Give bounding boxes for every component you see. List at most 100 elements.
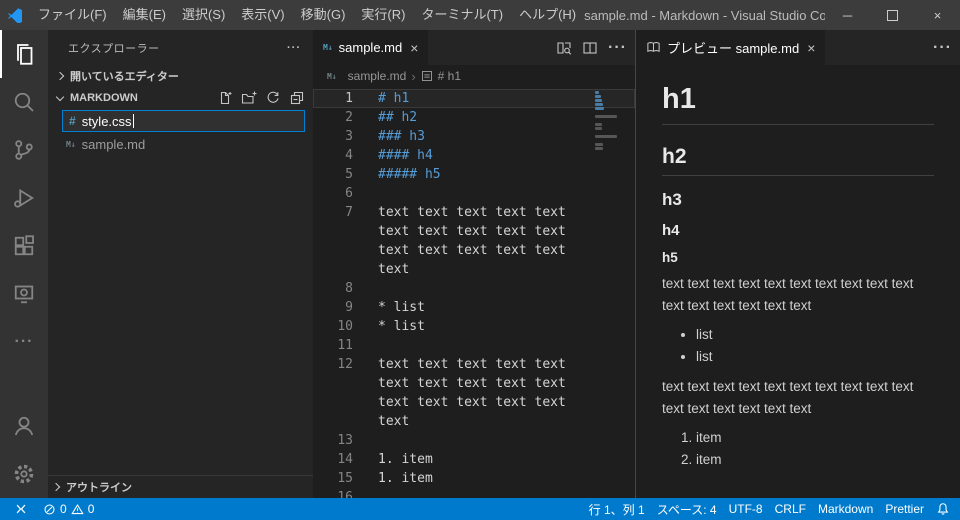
minimap-line [595,107,604,110]
code-line[interactable]: 5 ##### h5 [313,165,635,184]
sidebar-more-icon[interactable]: ··· [287,42,301,54]
preview-block-ul: listlist [662,324,934,368]
settings-gear-icon[interactable] [0,450,48,498]
new-file-input-value: style.css [81,113,132,129]
close-button[interactable]: × [915,0,960,30]
preview-list-item: list [696,346,934,368]
status-item[interactable]: 行 1、列 1 [583,501,651,518]
extensions-icon[interactable] [0,222,48,270]
css-hash-icon: # [69,114,76,128]
status-item[interactable]: CRLF [769,502,812,516]
chevron-down-icon [55,92,65,101]
symbol-icon [421,71,432,81]
account-icon[interactable] [0,402,48,450]
tab-sample-md[interactable]: M↓ sample.md × [313,30,430,65]
code-line[interactable]: 8 [313,279,635,298]
code-line[interactable]: 2 ## h2 [313,108,635,127]
open-editors-section[interactable]: 開いているエディター [48,65,313,87]
line-number: 13 [337,433,353,448]
menu-item[interactable]: 編集(E) [115,0,174,30]
menu-item[interactable]: 移動(G) [293,0,354,30]
more-icon[interactable]: ··· [0,318,48,366]
code-line[interactable]: 6 [313,184,635,203]
source-control-icon[interactable] [0,126,48,174]
code-line[interactable]: 4 #### h4 [313,146,635,165]
preview-icon [647,42,660,53]
code-line[interactable]: 3 ### h3 [313,127,635,146]
refresh-icon[interactable] [265,90,281,106]
code-line[interactable]: 7 text text text text text text text tex… [313,203,635,279]
code-line[interactable]: 13 [313,431,635,450]
tab-label: sample.md [338,40,403,55]
markdown-icon: M↓ [66,139,76,149]
minimap-line [595,147,603,150]
run-debug-icon[interactable] [0,174,48,222]
menu-item[interactable]: 選択(S) [174,0,233,30]
preview-actions: ··· [933,30,960,65]
tab-close-icon[interactable]: × [410,41,418,55]
line-content: ## h2 [378,110,418,125]
code-line[interactable]: 1 # h1 [313,89,635,108]
tab-close-icon[interactable]: × [807,41,815,55]
search-icon[interactable] [0,78,48,126]
status-item[interactable]: Prettier [879,502,930,516]
line-number: 11 [337,338,353,353]
status-bar: 0 0 行 1、列 1 スペース: 4 UTF-8 CRLF Markdown Prett… [0,498,960,520]
line-number: 8 [345,281,353,296]
bell-icon[interactable] [930,502,960,516]
workspace-section[interactable]: MARKDOWN [48,87,313,109]
split-editor-icon[interactable] [582,40,598,56]
explorer-icon[interactable] [0,30,48,78]
breadcrumb-file[interactable]: sample.md [348,69,407,83]
text-caret [132,114,134,128]
line-content [378,431,595,450]
code-line[interactable]: 15 1. item [313,469,635,488]
code-line[interactable]: 12 text text text text text text text te… [313,355,635,431]
preview-group: プレビュー sample.md × ··· h1 h2 h3 h4 h5 text tex… [635,30,960,498]
status-item[interactable]: スペース: 4 [651,501,723,518]
code-line[interactable]: 9 * list [313,298,635,317]
tab-preview-sample-md[interactable]: プレビュー sample.md × [636,30,827,65]
menu-item[interactable]: ターミナル(T) [413,0,511,30]
minimap[interactable] [595,91,621,154]
preview-block-h3: h3 [662,190,682,210]
code-editor[interactable]: 1 # h1 2 ## h2 3 ### h3 4 #### h4 5 ####… [313,87,635,498]
menu-item[interactable]: ヘルプ(H) [511,0,584,30]
more-actions-icon[interactable]: ··· [608,39,627,57]
new-file-input[interactable]: # style.css [62,110,305,132]
breadcrumb-separator: › [411,68,416,84]
more-actions-icon[interactable]: ··· [933,39,952,57]
open-preview-icon[interactable] [556,40,572,56]
new-folder-icon[interactable] [241,90,257,106]
code-line[interactable]: 11 [313,336,635,355]
status-item[interactable]: Markdown [812,502,879,516]
new-file-icon[interactable] [217,90,233,106]
collapse-all-icon[interactable] [289,90,305,106]
code-line[interactable]: 10 * list [313,317,635,336]
open-editors-label: 開いているエディター [70,71,179,83]
line-content: #### h4 [378,148,433,163]
maximize-button[interactable] [870,0,915,30]
minimize-button[interactable]: ─ [825,0,870,30]
minimap-line [595,127,602,130]
remote-explorer-icon[interactable] [0,270,48,318]
problems-indicator[interactable]: 0 0 [38,502,99,516]
preview-content: h1 h2 h3 h4 h5 text text text text text text … [636,65,960,498]
code-line[interactable]: 16 [313,488,635,498]
menu-item[interactable]: 実行(R) [353,0,413,30]
preview-list-item: item [696,427,934,449]
menu-item[interactable]: ファイル(F) [30,0,115,30]
file-item[interactable]: M↓ sample.md [48,133,313,155]
new-file-input-row: # style.css [48,109,313,133]
vscode-logo-icon [0,7,30,23]
breadcrumb-symbol[interactable]: # h1 [438,69,461,83]
line-content [378,279,595,298]
preview-tab-bar: プレビュー sample.md × ··· [636,30,960,65]
outline-section[interactable]: アウトライン [48,475,313,498]
status-item[interactable]: UTF-8 [723,502,769,516]
line-content: text text text text text text text text … [378,205,574,277]
menu-item[interactable]: 表示(V) [233,0,292,30]
chevron-right-icon [51,482,61,492]
code-line[interactable]: 14 1. item [313,450,635,469]
remote-icon[interactable] [8,502,34,516]
